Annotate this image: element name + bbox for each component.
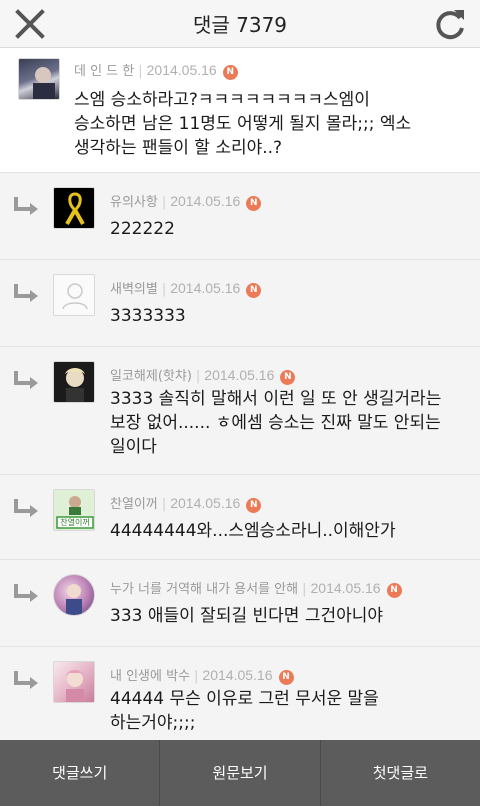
comment-date: 2014.05.16 xyxy=(170,495,241,511)
view-original-button[interactable]: 원문보기 xyxy=(160,740,321,806)
comment-author[interactable]: 일코해제(핫챠) xyxy=(110,369,192,384)
reply-arrow-icon xyxy=(14,671,38,689)
top-bar: 댓글 7379 xyxy=(0,0,480,48)
comment-author[interactable]: 새벽의별 xyxy=(110,282,158,297)
comment-author[interactable]: 유의사항 xyxy=(110,195,158,210)
comment-text: 44444 무슨 이유로 그런 무서운 말을 하는거야;;;; xyxy=(110,689,379,733)
comment-date: 2014.05.16 xyxy=(170,193,241,209)
comment-author[interactable]: 누가 너를 거역해 내가 용서를 안해 xyxy=(110,582,298,597)
avatar[interactable] xyxy=(53,574,95,616)
comment-date: 2014.05.16 xyxy=(204,367,275,383)
comment-text: 3333333 xyxy=(110,306,186,326)
avatar[interactable] xyxy=(53,187,95,229)
new-badge: N xyxy=(386,583,402,598)
comment-author[interactable]: 내 인생에 박수 xyxy=(110,669,190,684)
comment-date: 2014.05.16 xyxy=(146,62,217,78)
comment-meta: 데 인 드 한 | 2014.05.16 N xyxy=(74,60,238,80)
comment-meta: 유의사항 | 2014.05.16 N xyxy=(110,191,262,211)
reply-arrow-icon xyxy=(14,499,38,517)
reply-arrow-icon xyxy=(14,197,38,215)
yellow-ribbon-icon xyxy=(65,192,85,225)
comment-meta: 새벽의별 | 2014.05.16 N xyxy=(110,278,262,298)
avatar[interactable]: 찬열이꺼 xyxy=(53,489,95,531)
default-profile-icon xyxy=(62,283,88,310)
avatar[interactable] xyxy=(53,274,95,316)
new-badge: N xyxy=(246,196,262,211)
reply-item: 내 인생에 박수 | 2014.05.16 N 44444 무슨 이유로 그런 무서운… xyxy=(0,647,480,740)
page-title: 댓글 7379 xyxy=(192,13,288,37)
comment-text: 3333 솔직히 말해서 이런 일 또 안 생길거라는 보장 없어...... … xyxy=(110,389,442,457)
comment-text: 333 애들이 잘되길 빈다면 그건아니야 xyxy=(110,606,384,626)
comment-date: 2014.05.16 xyxy=(202,667,273,683)
avatar-caption: 찬열이꺼 xyxy=(60,518,90,527)
comment-author[interactable]: 찬열이꺼 xyxy=(110,497,158,512)
write-comment-button[interactable]: 댓글쓰기 xyxy=(0,740,161,806)
comment-list[interactable]: 데 인 드 한 | 2014.05.16 N 스엠 승소하라고?ㅋㅋㅋㅋㅋㅋㅋㅋ스엠이… xyxy=(0,48,480,740)
avatar[interactable] xyxy=(53,361,95,403)
reply-item: 찬열이꺼 찬열이꺼 | 2014.05.16 N 44444444와...스엠승소라니… xyxy=(0,475,480,560)
first-comment-button[interactable]: 첫댓글로 xyxy=(321,740,480,806)
comment-meta: 누가 너를 거역해 내가 용서를 안해 | 2014.05.16 N xyxy=(110,578,402,598)
refresh-icon xyxy=(436,10,464,40)
comment-date: 2014.05.16 xyxy=(310,580,381,596)
comment-author[interactable]: 데 인 드 한 xyxy=(74,64,134,79)
comment-item: 데 인 드 한 | 2014.05.16 N 스엠 승소하라고?ㅋㅋㅋㅋㅋㅋㅋㅋ스엠이… xyxy=(0,48,480,173)
comment-date: 2014.05.16 xyxy=(170,280,241,296)
reply-item: 누가 너를 거역해 내가 용서를 안해 | 2014.05.16 N 333 애들이 … xyxy=(0,560,480,647)
new-badge: N xyxy=(222,65,238,80)
bottom-toolbar: 댓글쓰기 원문보기 첫댓글로 xyxy=(0,740,480,806)
reply-item: 일코해제(핫챠) | 2014.05.16 N 3333 솔직히 말해서 이런 일 또… xyxy=(0,347,480,475)
comment-text: 스엠 승소하라고?ㅋㅋㅋㅋㅋㅋㅋㅋ스엠이 승소하면 남은 11명도 어떻게 될지… xyxy=(74,90,412,158)
comment-meta: 일코해제(핫챠) | 2014.05.16 N xyxy=(110,365,296,385)
comment-text: 44444444와...스엠승소라니..이해안가 xyxy=(110,521,396,541)
reply-arrow-icon xyxy=(14,584,38,602)
comment-meta: 내 인생에 박수 | 2014.05.16 N xyxy=(110,665,294,685)
reply-arrow-icon xyxy=(14,371,38,389)
reply-item: 유의사항 | 2014.05.16 N 222222 xyxy=(0,173,480,260)
reply-arrow-icon xyxy=(14,284,38,302)
new-badge: N xyxy=(278,670,294,685)
avatar[interactable] xyxy=(18,58,60,100)
new-badge: N xyxy=(280,370,296,385)
reply-item: 새벽의별 | 2014.05.16 N 3333333 xyxy=(0,260,480,347)
comment-text: 222222 xyxy=(110,219,175,239)
comment-meta: 찬열이꺼 | 2014.05.16 N xyxy=(110,493,262,513)
refresh-button[interactable] xyxy=(430,4,470,44)
new-badge: N xyxy=(246,283,262,298)
new-badge: N xyxy=(246,498,262,513)
avatar[interactable] xyxy=(53,661,95,703)
